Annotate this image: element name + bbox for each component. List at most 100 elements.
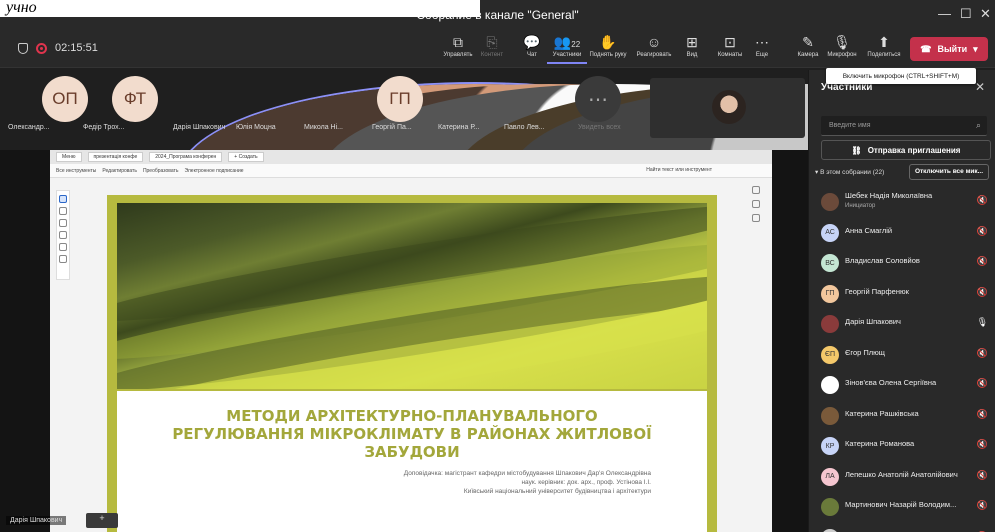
shared-screen: Меню презентація конфе 2024_Програма кон… <box>50 150 772 532</box>
menu-esign[interactable]: Электронное подписание <box>184 168 243 174</box>
participant-tile[interactable]: ФТ <box>105 76 165 122</box>
landscape-image <box>117 203 707 389</box>
slide-text-area: МЕТОДИ АРХІТЕКТУРНО-ПЛАНУВАЛЬНОГО РЕГУЛЮ… <box>117 391 707 532</box>
participant-name: Дарія Шпакович <box>173 124 226 131</box>
participant-name: Зінов'єва Олена Сергіївна <box>845 378 937 387</box>
share-icon: ⬆ <box>878 34 890 50</box>
menu-edit[interactable]: Редактировать <box>102 168 137 174</box>
presentation-slide: МЕТОДИ АРХІТЕКТУРНО-ПЛАНУВАЛЬНОГО РЕГУЛЮ… <box>107 195 717 532</box>
close-window-icon[interactable]: ✕ <box>980 6 991 22</box>
recording-indicator: 02:15:51 <box>18 42 98 54</box>
list-item[interactable]: Катерина Рашківська 🔇 <box>809 401 995 432</box>
avatar: ОП <box>42 76 88 122</box>
participant-name: Олександр... <box>8 124 50 131</box>
close-icon[interactable]: ✕ <box>975 80 985 94</box>
list-item[interactable]: Шебек Надія Миколаївна Инициатор 🔇 <box>809 187 995 218</box>
avatar: ГП <box>377 76 423 122</box>
list-item[interactable]: АС Анна Смаглій 🔇 <box>809 218 995 249</box>
more-button[interactable]: ⋯ Еще <box>742 34 782 64</box>
avatar: КР <box>821 437 839 455</box>
mic-off-icon: 🔇 <box>976 225 988 236</box>
overlay-text: учно <box>0 0 480 17</box>
participants-count: 22 <box>571 40 581 49</box>
select-tool-icon[interactable] <box>59 195 67 203</box>
minimize-icon[interactable]: — <box>938 6 951 21</box>
list-item[interactable]: ГП Георгій Парфенюк 🔇 <box>809 279 995 310</box>
view-button[interactable]: ⊞ Вид <box>672 34 712 64</box>
avatar: ФТ <box>112 76 158 122</box>
self-view[interactable] <box>650 78 805 138</box>
list-item[interactable]: Зінов'єва Олена Сергіївна 🔇 <box>809 370 995 401</box>
pages-icon[interactable] <box>752 214 760 222</box>
hand-icon: ✋ <box>599 34 617 50</box>
mic-off-icon: 🔇 <box>976 256 988 266</box>
pdf-right-toolbar <box>750 180 764 530</box>
maximize-icon[interactable]: ☐ <box>960 6 972 22</box>
menu-all-tools[interactable]: Все инструменты <box>56 168 96 174</box>
participants-button[interactable]: 👥22 Участники <box>547 34 587 64</box>
recording-dot-icon <box>36 42 47 54</box>
title-bar: учно Собрание в канале "General" — ☐ ✕ <box>0 0 995 30</box>
avatar: ГП <box>821 284 839 303</box>
see-all-tile[interactable]: ⋯ <box>568 76 628 122</box>
presenter-label: Дарія Шпакович <box>6 516 67 525</box>
pdf-left-toolbar <box>56 190 70 280</box>
participants-icon: 👥22 <box>553 34 581 50</box>
pen-tool-icon[interactable] <box>59 219 67 227</box>
tab-program[interactable]: 2024_Програма конферен <box>149 152 223 162</box>
slide-title: МЕТОДИ АРХІТЕКТУРНО-ПЛАНУВАЛЬНОГО РЕГУЛЮ… <box>172 407 652 461</box>
raise-hand-button[interactable]: ✋ Поднять руку <box>588 34 628 64</box>
find-tool[interactable]: Найти текст или инструмент <box>646 167 712 173</box>
avatar: ЛА <box>821 467 839 486</box>
avatar <box>821 406 839 425</box>
list-item[interactable]: ЛА Лепешко Анатолій Анатолійович 🔇 <box>809 462 995 493</box>
react-button[interactable]: ☺ Реагировать <box>634 34 674 64</box>
leave-button[interactable]: ☎ Выйти ▾ <box>910 37 988 61</box>
search-icon: ⌕ <box>975 120 981 130</box>
participant-tile[interactable]: ГП <box>370 76 430 122</box>
export-icon[interactable] <box>752 200 760 208</box>
list-item[interactable]: ЄП Єгор Плющ 🔇 <box>809 340 995 371</box>
participant-name: Микола Ні... <box>304 124 343 131</box>
search-input[interactable]: Введите имя ⌕ <box>821 116 987 136</box>
stamp-tool-icon[interactable] <box>59 255 67 263</box>
participant-tile[interactable]: ОП <box>35 76 95 122</box>
list-item[interactable]: Микола Ніколаєв🔇 <box>809 523 995 532</box>
list-item[interactable]: Мартинович Назарій Володим... 🔇 <box>809 492 995 523</box>
teams-meeting-window: учно Собрание в канале "General" — ☐ ✕ 0… <box>0 0 995 532</box>
lasso-tool-icon[interactable] <box>59 231 67 239</box>
participant-role: Инициатор <box>845 203 876 209</box>
shared-screen-stage: Меню презентація конфе 2024_Програма кон… <box>0 150 808 532</box>
list-item[interactable]: ВС Владислав Соловйов 🔇 <box>809 248 995 279</box>
avatar: АС <box>821 223 839 242</box>
tab-presentation[interactable]: презентація конфе <box>87 152 144 162</box>
text-tool-icon[interactable] <box>59 243 67 251</box>
list-item[interactable]: Дарія Шпакович 🎙 <box>809 309 995 340</box>
tab-menu[interactable]: Меню <box>56 152 82 162</box>
invite-button[interactable]: ⛓ Отправка приглашения <box>821 140 991 160</box>
see-all-label: Увидеть всех <box>578 124 621 131</box>
more-icon: ⋯ <box>755 34 769 50</box>
mute-all-button[interactable]: Отключить все мик... <box>909 164 989 180</box>
share-button[interactable]: ⬆ Поделиться <box>864 34 904 64</box>
section-header[interactable]: ▾ В этом собрании (22) <box>815 168 884 176</box>
list-item[interactable]: КР Катерина Романова 🔇 <box>809 431 995 462</box>
microphone-button[interactable]: 🎙 Микрофон <box>822 34 862 64</box>
avatar <box>821 528 839 532</box>
add-icon[interactable]: + <box>86 513 118 528</box>
menu-convert[interactable]: Преобразовать <box>143 168 179 174</box>
participant-name: Дарія Шпакович <box>845 317 901 326</box>
shield-icon <box>18 42 28 54</box>
mic-off-icon: 🔇 <box>976 378 988 388</box>
participant-name: Георгій Парфенюк <box>845 286 909 296</box>
mic-off-icon: 🔇 <box>976 347 988 358</box>
comment-panel-icon[interactable] <box>752 186 760 194</box>
content-button[interactable]: ⎘ Контент <box>472 34 512 64</box>
avatar: ВС <box>821 254 839 272</box>
avatar <box>821 315 839 333</box>
chat-button[interactable]: 💬 Чат <box>512 34 552 64</box>
mic-off-icon: 🔇 <box>976 408 988 419</box>
mic-off-icon: 🔇 <box>976 286 988 297</box>
tab-create[interactable]: + Создать <box>228 152 264 162</box>
comment-tool-icon[interactable] <box>59 207 67 215</box>
